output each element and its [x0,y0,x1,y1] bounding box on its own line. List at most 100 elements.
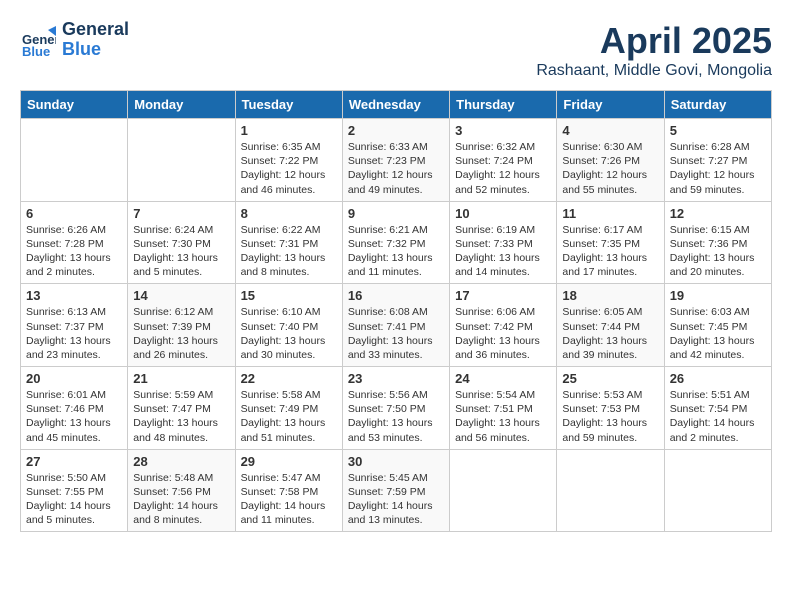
calendar-week-row: 6Sunrise: 6:26 AM Sunset: 7:28 PM Daylig… [21,201,772,284]
calendar-day-cell: 23 Sunrise: 5:56 AM Sunset: 7:50 PM Dayli… [342,367,449,450]
day-info: Sunrise: 6:13 AM Sunset: 7:37 PM Dayligh… [26,305,122,362]
day-info: Sunrise: 5:48 AM Sunset: 7:56 PM Dayligh… [133,471,229,528]
calendar-day-cell [557,449,664,532]
calendar-day-cell: 10 Sunrise: 6:19 AM Sunset: 7:33 PM Dayli… [450,201,557,284]
day-number: 9 [348,206,444,221]
calendar-day-cell: 18 Sunrise: 6:05 AM Sunset: 7:44 PM Dayli… [557,284,664,367]
day-number: 7 [133,206,229,221]
calendar-day-cell: 16 Sunrise: 6:08 AM Sunset: 7:41 PM Dayli… [342,284,449,367]
day-number: 13 [26,288,122,303]
day-number: 16 [348,288,444,303]
day-number: 25 [562,371,658,386]
day-info: Sunrise: 6:03 AM Sunset: 7:45 PM Dayligh… [670,305,766,362]
calendar-day-cell: 4 Sunrise: 6:30 AM Sunset: 7:26 PM Daylig… [557,119,664,202]
calendar-table: SundayMondayTuesdayWednesdayThursdayFrid… [20,90,772,532]
logo-line1: General [62,20,129,40]
day-info: Sunrise: 6:26 AM Sunset: 7:28 PM Dayligh… [26,223,122,280]
calendar-day-cell: 7Sunrise: 6:24 AM Sunset: 7:30 PM Daylig… [128,201,235,284]
calendar-day-cell [664,449,771,532]
calendar-day-cell: 1 Sunrise: 6:35 AM Sunset: 7:22 PM Daylig… [235,119,342,202]
day-info: Sunrise: 6:17 AM Sunset: 7:35 PM Dayligh… [562,223,658,280]
day-number: 10 [455,206,551,221]
day-number: 4 [562,123,658,138]
day-info: Sunrise: 5:59 AM Sunset: 7:47 PM Dayligh… [133,388,229,445]
day-info: Sunrise: 6:30 AM Sunset: 7:26 PM Dayligh… [562,140,658,197]
day-number: 23 [348,371,444,386]
calendar-day-cell: 5Sunrise: 6:28 AM Sunset: 7:27 PM Daylig… [664,119,771,202]
day-info: Sunrise: 5:53 AM Sunset: 7:53 PM Dayligh… [562,388,658,445]
day-number: 27 [26,454,122,469]
calendar-week-row: 1 Sunrise: 6:35 AM Sunset: 7:22 PM Daylig… [21,119,772,202]
title-area: April 2025 Rashaant, Middle Govi, Mongol… [536,20,772,80]
logo: General Blue General Blue [20,20,129,60]
day-number: 3 [455,123,551,138]
weekday-header: Friday [557,91,664,119]
day-info: Sunrise: 6:21 AM Sunset: 7:32 PM Dayligh… [348,223,444,280]
month-title: April 2025 [536,20,772,62]
calendar-day-cell: 2Sunrise: 6:33 AM Sunset: 7:23 PM Daylig… [342,119,449,202]
day-number: 29 [241,454,337,469]
calendar-day-cell: 19Sunrise: 6:03 AM Sunset: 7:45 PM Dayli… [664,284,771,367]
weekday-header: Wednesday [342,91,449,119]
day-number: 2 [348,123,444,138]
day-number: 24 [455,371,551,386]
day-info: Sunrise: 5:51 AM Sunset: 7:54 PM Dayligh… [670,388,766,445]
calendar-body: 1 Sunrise: 6:35 AM Sunset: 7:22 PM Daylig… [21,119,772,532]
day-info: Sunrise: 6:12 AM Sunset: 7:39 PM Dayligh… [133,305,229,362]
calendar-day-cell: 14Sunrise: 6:12 AM Sunset: 7:39 PM Dayli… [128,284,235,367]
day-info: Sunrise: 6:08 AM Sunset: 7:41 PM Dayligh… [348,305,444,362]
calendar-day-cell: 11 Sunrise: 6:17 AM Sunset: 7:35 PM Dayli… [557,201,664,284]
weekday-header: Monday [128,91,235,119]
day-info: Sunrise: 6:06 AM Sunset: 7:42 PM Dayligh… [455,305,551,362]
calendar-day-cell: 22Sunrise: 5:58 AM Sunset: 7:49 PM Dayli… [235,367,342,450]
calendar-day-cell: 17Sunrise: 6:06 AM Sunset: 7:42 PM Dayli… [450,284,557,367]
day-number: 8 [241,206,337,221]
svg-text:Blue: Blue [22,44,50,58]
day-number: 15 [241,288,337,303]
day-info: Sunrise: 5:50 AM Sunset: 7:55 PM Dayligh… [26,471,122,528]
day-info: Sunrise: 6:35 AM Sunset: 7:22 PM Dayligh… [241,140,337,197]
day-info: Sunrise: 5:54 AM Sunset: 7:51 PM Dayligh… [455,388,551,445]
calendar-day-cell: 9 Sunrise: 6:21 AM Sunset: 7:32 PM Daylig… [342,201,449,284]
calendar-day-cell: 30 Sunrise: 5:45 AM Sunset: 7:59 PM Dayli… [342,449,449,532]
calendar-day-cell: 13 Sunrise: 6:13 AM Sunset: 7:37 PM Dayli… [21,284,128,367]
day-info: Sunrise: 5:45 AM Sunset: 7:59 PM Dayligh… [348,471,444,528]
logo-icon: General Blue [20,22,56,58]
calendar-day-cell: 27 Sunrise: 5:50 AM Sunset: 7:55 PM Dayli… [21,449,128,532]
calendar-header: SundayMondayTuesdayWednesdayThursdayFrid… [21,91,772,119]
day-info: Sunrise: 6:19 AM Sunset: 7:33 PM Dayligh… [455,223,551,280]
day-info: Sunrise: 6:22 AM Sunset: 7:31 PM Dayligh… [241,223,337,280]
day-number: 1 [241,123,337,138]
weekday-header: Tuesday [235,91,342,119]
day-number: 21 [133,371,229,386]
calendar-day-cell [128,119,235,202]
day-number: 12 [670,206,766,221]
calendar-day-cell: 3Sunrise: 6:32 AM Sunset: 7:24 PM Daylig… [450,119,557,202]
logo-text: General Blue [62,20,129,60]
day-number: 26 [670,371,766,386]
day-info: Sunrise: 5:47 AM Sunset: 7:58 PM Dayligh… [241,471,337,528]
weekday-header: Sunday [21,91,128,119]
weekday-header: Thursday [450,91,557,119]
logo-line2: Blue [62,40,129,60]
calendar-day-cell [450,449,557,532]
day-number: 28 [133,454,229,469]
day-info: Sunrise: 5:56 AM Sunset: 7:50 PM Dayligh… [348,388,444,445]
calendar-day-cell: 21 Sunrise: 5:59 AM Sunset: 7:47 PM Dayli… [128,367,235,450]
weekday-header-row: SundayMondayTuesdayWednesdayThursdayFrid… [21,91,772,119]
day-info: Sunrise: 6:01 AM Sunset: 7:46 PM Dayligh… [26,388,122,445]
day-number: 11 [562,206,658,221]
day-number: 5 [670,123,766,138]
day-number: 30 [348,454,444,469]
calendar-day-cell: 12Sunrise: 6:15 AM Sunset: 7:36 PM Dayli… [664,201,771,284]
day-number: 22 [241,371,337,386]
calendar-day-cell: 6Sunrise: 6:26 AM Sunset: 7:28 PM Daylig… [21,201,128,284]
calendar-day-cell: 8 Sunrise: 6:22 AM Sunset: 7:31 PM Daylig… [235,201,342,284]
calendar-week-row: 27 Sunrise: 5:50 AM Sunset: 7:55 PM Dayli… [21,449,772,532]
calendar-day-cell: 29 Sunrise: 5:47 AM Sunset: 7:58 PM Dayli… [235,449,342,532]
day-info: Sunrise: 6:05 AM Sunset: 7:44 PM Dayligh… [562,305,658,362]
day-number: 18 [562,288,658,303]
weekday-header: Saturday [664,91,771,119]
calendar-day-cell: 15Sunrise: 6:10 AM Sunset: 7:40 PM Dayli… [235,284,342,367]
calendar-week-row: 20Sunrise: 6:01 AM Sunset: 7:46 PM Dayli… [21,367,772,450]
